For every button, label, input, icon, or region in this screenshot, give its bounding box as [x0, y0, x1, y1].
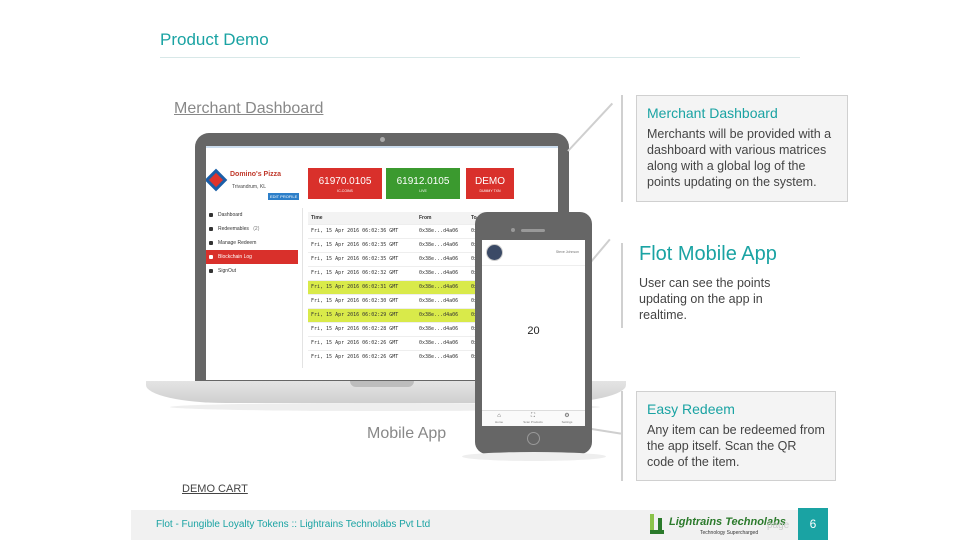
stat-value: 61912.0105: [396, 176, 450, 187]
cell-time: Fri, 15 Apr 2016 06:02:30 GMT: [308, 293, 416, 308]
callout-text: Merchants will be provided with a dashbo…: [647, 127, 832, 189]
sidebar-item-label: SignOut: [218, 268, 237, 274]
demo-cart-link[interactable]: DEMO CART: [182, 483, 248, 495]
mobile-app-screen: Steve Johnson 20 ⌂ Home ⛶ Scan Products …: [482, 240, 585, 426]
tab-label: Settings: [561, 420, 573, 424]
cell-from: 0x38e...d4a06: [416, 265, 468, 280]
cell-time: Fri, 15 Apr 2016 06:02:36 GMT: [308, 223, 416, 238]
merchant-name: Domino's Pizza: [230, 171, 282, 178]
tab-label: Home: [494, 420, 503, 424]
merchant-callout-line: [567, 102, 614, 152]
mobile-app-label: Mobile App: [367, 425, 447, 442]
stat-value: 61970.0105: [318, 176, 372, 187]
redeem-callout-box: Easy Redeem Any item can be redeemed fro…: [636, 391, 836, 481]
list-icon: [209, 227, 213, 231]
merchant-callout-box: Merchant Dashboard Merchants will be pro…: [636, 95, 848, 202]
cell-from: 0x38e...d4a06: [416, 293, 468, 308]
cell-time: Fri, 15 Apr 2016 06:02:26 GMT: [308, 335, 416, 350]
footer-text: Flot - Fungible Loyalty Tokens :: Lightr…: [156, 519, 431, 530]
cell-from: 0x38e...d4a06: [416, 223, 468, 238]
sidebar-item-redeemables[interactable]: Redeemables (2): [206, 222, 298, 236]
merchant-callout-bar: [621, 95, 623, 202]
laptop-camera: [380, 137, 385, 142]
cell-time: Fri, 15 Apr 2016 06:02:31 GMT: [308, 279, 416, 294]
cell-time: Fri, 15 Apr 2016 06:02:26 GMT: [308, 349, 416, 364]
sidebar-item-label: Dashboard: [218, 212, 243, 218]
cell-from: 0x38e...d4a06: [416, 251, 468, 266]
phone-tab-bar: ⌂ Home ⛶ Scan Products ⚙ Settings: [482, 410, 585, 426]
home-icon: ⌂: [497, 413, 501, 419]
cell-time: Fri, 15 Apr 2016 06:02:32 GMT: [308, 265, 416, 280]
column-header-from: From: [416, 212, 468, 224]
phone-shadow: [462, 452, 606, 461]
cart-icon: [209, 241, 213, 245]
signout-icon: [209, 269, 213, 273]
cell-from: 0x38e...d4a06: [416, 335, 468, 350]
cell-time: Fri, 15 Apr 2016 06:02:35 GMT: [308, 251, 416, 266]
sidebar-item-dashboard[interactable]: Dashboard: [206, 208, 298, 222]
flot-callout-bar: [621, 243, 623, 328]
page-title: Product Demo: [160, 30, 269, 49]
merchant-dashboard-label: Merchant Dashboard: [174, 100, 324, 117]
tab-label: Scan Products: [523, 420, 543, 424]
sidebar-item-blockchain-log[interactable]: Blockchain Log: [206, 250, 298, 264]
lightrains-logo-icon: [650, 514, 664, 534]
scan-icon: ⛶: [530, 413, 536, 419]
laptop-notch: [350, 381, 414, 387]
sidebar-divider: [302, 208, 303, 368]
sidebar-item-label: Blockchain Log: [218, 254, 252, 260]
stat-value: DEMO: [475, 176, 505, 187]
avatar[interactable]: [486, 244, 503, 261]
user-icon: [209, 213, 213, 217]
callout-text: Any item can be redeemed from the app it…: [647, 423, 825, 469]
stat-card-live: 61912.0105 LIVE: [386, 168, 460, 199]
cell-from: 0x38e...d4a06: [416, 349, 468, 364]
cell-from: 0x38e...d4a06: [416, 237, 468, 252]
title-divider: [160, 57, 800, 58]
callout-title: Merchant Dashboard: [647, 105, 778, 121]
cell-time: Fri, 15 Apr 2016 06:02:29 GMT: [308, 307, 416, 322]
sidebar-item-manage-redeem[interactable]: Manage Redeem: [206, 236, 298, 250]
stat-card-coins: 61970.0105 IC-COINS: [308, 168, 382, 199]
edit-profile-button[interactable]: EDIT PROFILE: [268, 193, 300, 200]
stat-label: IC-COINS: [337, 189, 353, 193]
stat-card-demo[interactable]: DEMO DUMMY TXN: [466, 168, 514, 199]
tab-settings[interactable]: ⚙ Settings: [550, 413, 584, 424]
cell-time: Fri, 15 Apr 2016 06:02:35 GMT: [308, 237, 416, 252]
sidebar-item-signout[interactable]: SignOut: [206, 264, 298, 278]
tab-home[interactable]: ⌂ Home: [482, 413, 516, 424]
flot-callout-text: User can see the points updating on the …: [639, 276, 771, 322]
phone-speaker: [521, 229, 545, 232]
log-icon: [209, 255, 213, 259]
footer-logo-tagline: Technology Supercharged: [700, 530, 759, 536]
points-counter: 20: [527, 325, 540, 337]
page-label: page: [767, 520, 790, 531]
cell-from: 0x38e...d4a06: [416, 307, 468, 322]
tab-scan-products[interactable]: ⛶ Scan Products: [516, 413, 550, 424]
gear-icon: ⚙: [564, 413, 570, 419]
stat-label: DUMMY TXN: [479, 189, 501, 193]
dashboard-sidebar: Dashboard Redeemables (2) Manage Redeem …: [206, 208, 298, 278]
callout-title: Easy Redeem: [647, 401, 735, 417]
redeem-callout-bar: [621, 391, 623, 481]
merchant-city: Trivandrum, KL: [232, 184, 266, 190]
cell-time: Fri, 15 Apr 2016 06:02:28 GMT: [308, 321, 416, 336]
user-name: Steve Johnson: [555, 250, 579, 254]
header-divider: [482, 265, 585, 266]
column-header-time: Time: [308, 212, 416, 224]
sidebar-item-badge: (2): [253, 226, 260, 232]
sidebar-item-label: Redeemables: [218, 226, 249, 232]
page-number: 6: [798, 508, 828, 540]
cell-from: 0x38e...d4a06: [416, 279, 468, 294]
cell-from: 0x38e...d4a06: [416, 321, 468, 336]
stat-label: LIVE: [419, 189, 427, 193]
screen-top-bar: [206, 146, 558, 148]
sidebar-item-label: Manage Redeem: [218, 240, 257, 246]
phone-camera: [511, 228, 515, 232]
flot-callout-title: Flot Mobile App: [639, 243, 777, 265]
phone-home-button: [527, 432, 540, 445]
